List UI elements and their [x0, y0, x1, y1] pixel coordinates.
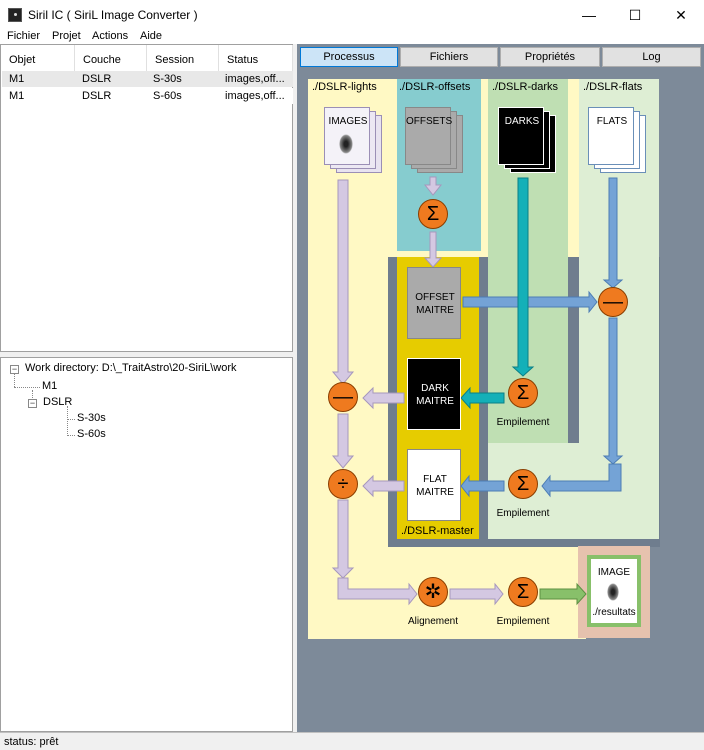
images-frame-label: IMAGES: [328, 116, 368, 127]
menu-projet[interactable]: Projet: [52, 30, 81, 42]
cell-objet: M1: [9, 90, 25, 102]
arrow-offset-master-to-flat-sub: [462, 290, 598, 314]
flats-frame-stack: FLATS: [588, 107, 648, 173]
tree-object-label[interactable]: M1: [42, 380, 57, 392]
table-row[interactable]: M1 DSLR S-60s images,off...: [2, 88, 293, 104]
cell-session: S-60s: [153, 90, 182, 102]
title-bar: Siril IC ( SiriL Image Converter ) — ☐ ✕: [0, 0, 704, 30]
tree-session-item[interactable]: S-60s: [77, 428, 106, 440]
arrow-sum-to-offset-master: [423, 231, 443, 268]
tree-session-item[interactable]: S-30s: [77, 412, 106, 424]
arrow-flat-stack-to-master: [460, 474, 505, 498]
darks-frame-stack: DARKS: [498, 107, 558, 173]
darks-frame[interactable]: DARKS: [498, 107, 544, 165]
dark-subtract-operator[interactable]: —: [328, 382, 358, 412]
status-bar: status: prêt: [0, 732, 704, 750]
arrow-flats-down: [602, 177, 624, 289]
close-button[interactable]: ✕: [658, 0, 704, 30]
flat-divide-operator[interactable]: ÷: [328, 469, 358, 499]
arrow-sub-to-div: [331, 413, 355, 469]
menu-bar: Fichier Projet Actions Aide: [0, 30, 704, 44]
cell-session: S-30s: [153, 73, 182, 85]
session-table[interactable]: Objet Couche Session Status M1 DSLR S-30…: [0, 44, 293, 352]
column-header-status[interactable]: Status: [219, 45, 293, 71]
minimize-button[interactable]: —: [566, 0, 612, 30]
final-sum-operator[interactable]: Σ: [508, 577, 538, 607]
images-frame[interactable]: IMAGES: [324, 107, 370, 165]
tree-line: [14, 374, 15, 387]
offsets-sum-operator[interactable]: Σ: [418, 199, 448, 229]
tree-root-label[interactable]: Work directory: D:\_TraitAstro\20-SiriL\…: [25, 362, 237, 374]
alignment-label: Alignement: [407, 616, 459, 627]
result-image-frame[interactable]: IMAGE ./resultats: [587, 555, 641, 627]
cell-status: images,off...: [225, 90, 285, 102]
tree-expander-root[interactable]: −: [10, 365, 19, 374]
cell-status: images,off...: [225, 73, 285, 85]
lights-frame-stack: IMAGES: [324, 107, 382, 173]
left-panel: Objet Couche Session Status M1 DSLR S-30…: [0, 44, 294, 732]
arrow-offsets-to-sum: [423, 176, 443, 196]
arrow-flat-sub-down: [602, 317, 624, 465]
flat-master-line2: MAITRE: [416, 487, 454, 498]
window-title: Siril IC ( SiriL Image Converter ): [28, 8, 198, 22]
flats-frame-label: FLATS: [596, 116, 628, 127]
menu-actions[interactable]: Actions: [92, 30, 128, 42]
flat-subtract-operator[interactable]: —: [598, 287, 628, 317]
arrow-to-result: [539, 582, 587, 606]
dark-master-line2: MAITRE: [416, 396, 454, 407]
dark-master-line1: DARK: [421, 383, 449, 394]
results-region-label: ./resultats: [592, 607, 636, 618]
arrow-flat-to-div: [362, 474, 405, 498]
cell-objet: M1: [9, 73, 25, 85]
arrow-dark-to-sub: [362, 386, 405, 410]
table-row[interactable]: M1 DSLR S-30s images,off...: [2, 71, 293, 87]
offset-master-frame[interactable]: OFFSET MAITRE: [407, 267, 461, 339]
darks-sum-operator[interactable]: Σ: [508, 378, 538, 408]
flats-stack-label: Empilement: [496, 508, 550, 519]
flats-frame[interactable]: FLATS: [588, 107, 634, 165]
arrow-to-align: [337, 577, 418, 606]
menu-fichier[interactable]: Fichier: [7, 30, 40, 42]
column-header-couche[interactable]: Couche: [75, 45, 147, 71]
dark-master-frame[interactable]: DARK MAITRE: [407, 358, 461, 430]
offsets-frame-label: OFFSETS: [406, 116, 453, 127]
process-panel: Processus Fichiers Propriétés Log ./DSLR…: [297, 44, 704, 732]
darks-stack-label: Empilement: [496, 417, 550, 428]
maximize-button[interactable]: ☐: [612, 0, 658, 30]
galaxy-icon: [339, 134, 353, 154]
menu-aide[interactable]: Aide: [140, 30, 162, 42]
status-text: status: prêt: [4, 736, 59, 748]
arrow-align-to-stack: [449, 582, 504, 606]
offset-master-line1: OFFSET: [415, 292, 455, 303]
arrow-to-flat-stack: [541, 463, 622, 498]
tree-line: [67, 435, 75, 436]
offset-master-line2: MAITRE: [416, 305, 454, 316]
arrow-dark-stack-to-master: [460, 386, 505, 410]
galaxy-icon: [607, 583, 619, 601]
arrow-lights-down: [331, 179, 355, 385]
flat-master-line1: FLAT: [423, 474, 447, 485]
arrow-darks-down: [511, 177, 535, 377]
project-tree[interactable]: − Work directory: D:\_TraitAstro\20-Siri…: [0, 357, 293, 732]
column-header-session[interactable]: Session: [147, 45, 219, 71]
flat-master-frame[interactable]: FLAT MAITRE: [407, 449, 461, 521]
tree-line: [67, 406, 68, 436]
tree-line: [67, 419, 75, 420]
arrow-div-down: [331, 499, 355, 579]
darks-frame-label: DARKS: [504, 116, 540, 127]
column-header-objet[interactable]: Objet: [1, 45, 75, 71]
cell-couche: DSLR: [82, 90, 112, 102]
alignment-operator[interactable]: ✲: [418, 577, 448, 607]
tree-line: [14, 387, 40, 388]
result-image-label: IMAGE: [597, 567, 631, 578]
flats-sum-operator[interactable]: Σ: [508, 469, 538, 499]
cell-couche: DSLR: [82, 73, 112, 85]
final-stack-label: Empilement: [496, 616, 550, 627]
offsets-frame-stack: OFFSETS: [405, 107, 465, 173]
tree-expander-layer[interactable]: −: [28, 399, 37, 408]
app-icon: [8, 8, 22, 22]
offsets-frame[interactable]: OFFSETS: [405, 107, 453, 165]
